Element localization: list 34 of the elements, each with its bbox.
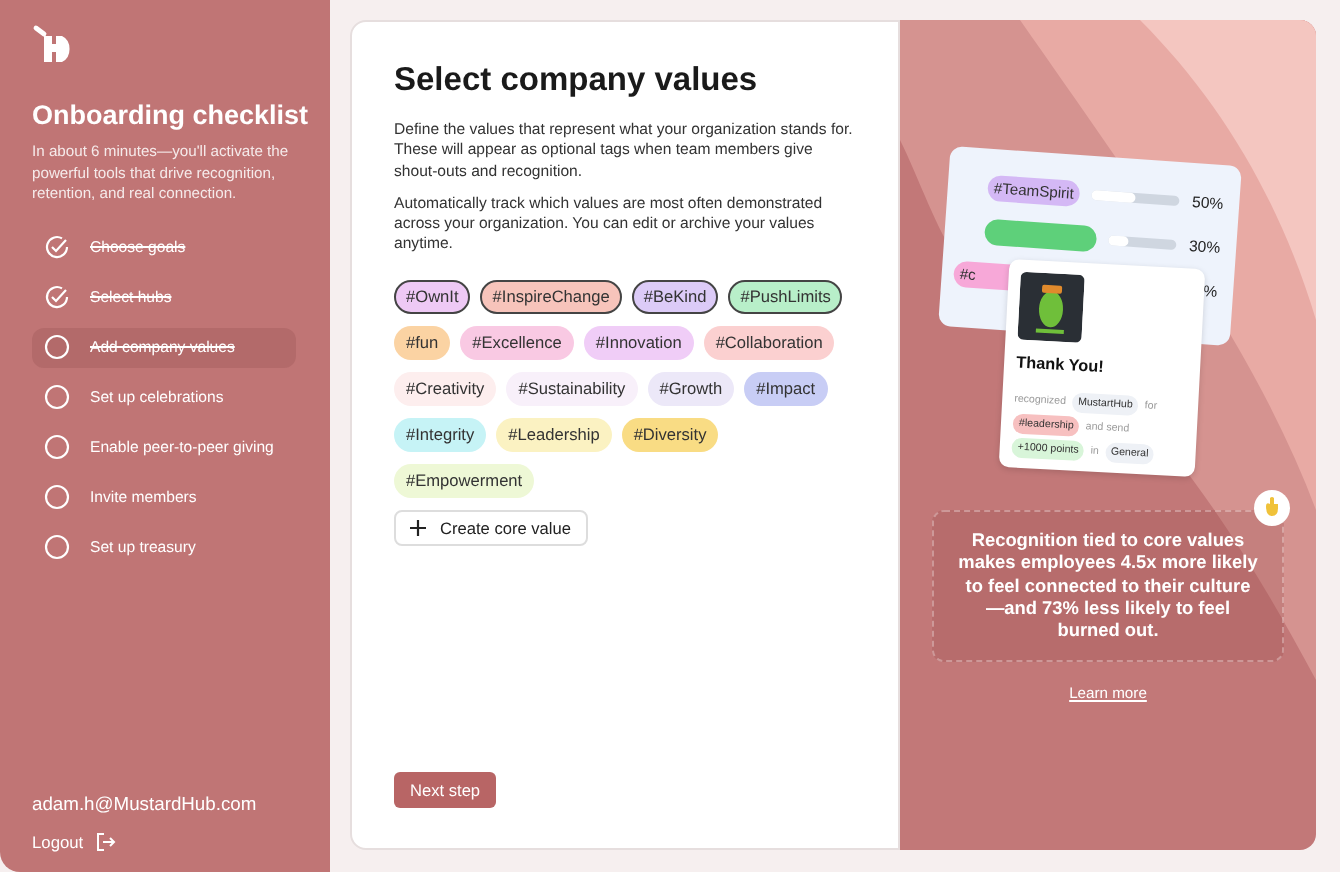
value-tag[interactable]: #PushLimits [728,279,843,314]
value-tag[interactable]: #Creativity [394,371,497,406]
check-circle-icon [44,284,70,310]
value-tag[interactable]: #Diversity [621,417,719,452]
value-tag[interactable]: #InspireChange [480,279,622,314]
value-tag[interactable]: #BeKind [631,279,719,314]
value-tag[interactable]: #Integrity [394,417,487,452]
checklist-title: Onboarding checklist [32,100,311,130]
circle-icon [44,484,70,510]
page-title: Select company values [394,62,760,100]
circle-icon [44,334,70,360]
mascot-icon [1017,271,1085,343]
check-circle-icon [44,234,70,260]
logout-icon[interactable] [95,832,116,852]
next-step-button[interactable]: Next step [394,772,497,808]
value-tag[interactable]: #Innovation [583,325,694,360]
value-tag[interactable]: #Empowerment [394,463,535,498]
stat-message: Recognition tied to core values makes employees 4.5x more likely to feel connected to their culture—and 73% less likely to feel burned out. [932,510,1284,663]
circle-icon [44,434,70,460]
circle-icon [44,384,70,410]
value-tag[interactable]: #OwnIt [394,279,471,314]
circle-icon [44,534,70,560]
value-tag[interactable]: #Excellence [460,325,574,360]
value-tag[interactable]: #Collaboration [703,325,835,360]
value-tag[interactable]: #Impact [744,371,828,406]
card-title: Thank You! [1015,353,1107,381]
value-tag[interactable]: #Growth [647,371,735,406]
user-email: adam.h@MustardHub.com [32,792,259,814]
plus-icon [410,519,426,536]
value-tag[interactable]: #Leadership [496,417,612,452]
hand-icon [1254,490,1290,526]
create-value-button[interactable]: Create core value [394,509,587,546]
value-tag[interactable]: #Sustainability [506,371,638,406]
value-tag[interactable]: #fun [394,325,451,360]
